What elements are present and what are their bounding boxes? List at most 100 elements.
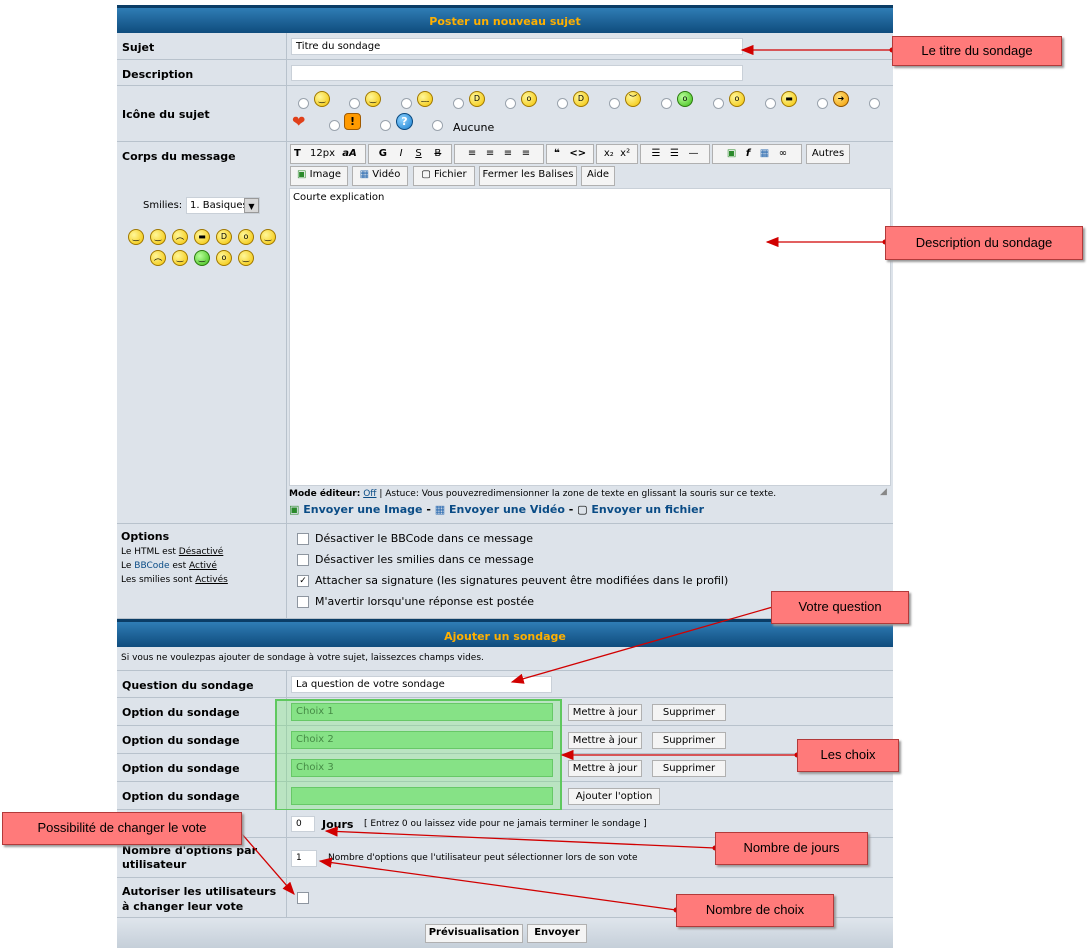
poll-option-input-new[interactable]: [291, 787, 553, 805]
editor-mode-toggle[interactable]: Off: [363, 489, 376, 499]
quote-icon[interactable]: ❝: [554, 148, 560, 159]
smiley-7[interactable]: ‿: [260, 229, 276, 245]
chevron-down-icon[interactable]: ▼: [244, 198, 259, 213]
smiley-12[interactable]: ‿: [238, 250, 254, 266]
align-left-icon[interactable]: ≡: [468, 148, 476, 159]
poll-option-row-2: Option du sondage Choix 2 Mettre à jour …: [117, 726, 893, 754]
description-input[interactable]: [291, 65, 743, 81]
code-icon[interactable]: <>: [569, 148, 586, 159]
bbcode-state-link[interactable]: Activé: [189, 561, 217, 571]
message-textarea[interactable]: Courte explication: [289, 188, 891, 486]
smiley-4[interactable]: ▬: [194, 229, 210, 245]
poll-question-input[interactable]: La question de votre sondage: [291, 676, 552, 693]
hr-icon[interactable]: —: [689, 148, 699, 159]
icon-radio-4[interactable]: [453, 98, 464, 109]
smiley-2[interactable]: ‿: [150, 229, 166, 245]
warning-icon: !: [344, 113, 361, 130]
icon-radio-5[interactable]: [505, 98, 516, 109]
icon-radio-11[interactable]: [817, 98, 828, 109]
italic-icon[interactable]: I: [400, 148, 403, 159]
icon-radio-8[interactable]: [661, 98, 672, 109]
subscript-icon[interactable]: x₂: [604, 148, 614, 159]
close-tags-button[interactable]: Fermer les Balises: [479, 166, 577, 186]
attach-signature-checkbox[interactable]: ✓: [297, 575, 309, 587]
send-image-link[interactable]: Envoyer une Image: [303, 503, 422, 516]
icon-radio-7[interactable]: [609, 98, 620, 109]
update-option-2-button[interactable]: Mettre à jour: [568, 732, 642, 749]
poll-days-input[interactable]: 0: [291, 816, 315, 832]
smiley-11[interactable]: o: [216, 250, 232, 266]
smilies-state-link[interactable]: Activés: [195, 575, 228, 585]
update-option-1-button[interactable]: Mettre à jour: [568, 704, 642, 721]
callout-nombre: Nombre de choix: [676, 894, 834, 927]
poll-option-input-3[interactable]: Choix 3: [291, 759, 553, 777]
poll-option-input-2[interactable]: Choix 2: [291, 731, 553, 749]
bullet-list-icon[interactable]: ☰: [651, 148, 660, 159]
callout-description: Description du sondage: [885, 226, 1083, 260]
smiley-5[interactable]: D: [216, 229, 232, 245]
video-icon[interactable]: ▦: [760, 148, 769, 159]
smiley-10[interactable]: ‿: [194, 250, 210, 266]
image-button[interactable]: ▣ Image: [290, 166, 348, 186]
icon-radio-3[interactable]: [401, 98, 412, 109]
video-button[interactable]: ▦ Vidéo: [352, 166, 408, 186]
others-button[interactable]: Autres: [806, 144, 850, 164]
superscript-icon[interactable]: x²: [620, 148, 630, 159]
image-icon[interactable]: ▣: [727, 148, 736, 159]
numbered-list-icon[interactable]: ☰: [670, 148, 679, 159]
subject-input[interactable]: Titre du sondage: [291, 38, 743, 55]
notify-reply-checkbox[interactable]: [297, 596, 309, 608]
icon-radio-12[interactable]: [869, 98, 880, 109]
poll-max-options-hint: Nombre d'options que l'utilisateur peut …: [328, 853, 638, 863]
disable-bbcode-checkbox[interactable]: [297, 533, 309, 545]
font-case-icon[interactable]: aA: [342, 148, 357, 159]
send-file-link[interactable]: Envoyer un fichier: [591, 503, 704, 516]
smiley-1[interactable]: ‿: [128, 229, 144, 245]
underline-icon[interactable]: S: [415, 148, 421, 159]
poll-max-options-input[interactable]: 1: [291, 850, 317, 867]
align-justify-icon[interactable]: ≡: [522, 148, 530, 159]
link-icon[interactable]: ∞: [779, 148, 787, 159]
send-video-link[interactable]: Envoyer une Vidéo: [449, 503, 565, 516]
help-button[interactable]: Aide: [581, 166, 615, 186]
smiley-8[interactable]: ︵: [150, 250, 166, 266]
delete-option-2-button[interactable]: Supprimer: [652, 732, 726, 749]
preview-button[interactable]: Prévisualisation: [425, 924, 523, 943]
font-size-value[interactable]: 12px: [310, 148, 335, 159]
align-toolbar-group: ≡ ≡ ≡ ≡: [454, 144, 544, 164]
icon-radio-10[interactable]: [765, 98, 776, 109]
delete-option-1-button[interactable]: Supprimer: [652, 704, 726, 721]
update-option-3-button[interactable]: Mettre à jour: [568, 760, 642, 777]
icon-radio-none[interactable]: [432, 120, 443, 131]
icon-radio-14[interactable]: [380, 120, 391, 131]
strike-icon[interactable]: B: [434, 148, 441, 159]
send-button[interactable]: Envoyer: [527, 924, 587, 943]
poll-option-row-new: Option du sondage Ajouter l'option: [117, 782, 893, 810]
poll-option-row-3: Option du sondage Choix 3 Mettre à jour …: [117, 754, 893, 782]
none-label: Aucune: [453, 121, 495, 134]
icon-radio-6[interactable]: [557, 98, 568, 109]
icon-radio-1[interactable]: [298, 98, 309, 109]
align-center-icon[interactable]: ≡: [486, 148, 494, 159]
delete-option-3-button[interactable]: Supprimer: [652, 760, 726, 777]
add-option-button[interactable]: Ajouter l'option: [568, 788, 660, 805]
html-state-link[interactable]: Désactivé: [179, 547, 224, 557]
smiley-3[interactable]: ︵: [172, 229, 188, 245]
font-icon[interactable]: T: [294, 148, 301, 159]
bold-icon[interactable]: G: [379, 148, 387, 159]
quote-toolbar-group: ❝ <>: [546, 144, 594, 164]
poll-question-label: Question du sondage: [122, 679, 254, 692]
smiley-9[interactable]: ‿: [172, 250, 188, 266]
align-right-icon[interactable]: ≡: [504, 148, 512, 159]
icon-radio-13[interactable]: [329, 120, 340, 131]
allow-change-checkbox[interactable]: [297, 892, 309, 904]
file-button[interactable]: ▢ Fichier: [413, 166, 475, 186]
smilies-select-value: 1. Basiques: [190, 200, 248, 211]
message-text: Courte explication: [293, 192, 385, 203]
disable-smilies-checkbox[interactable]: [297, 554, 309, 566]
poll-option-input-1[interactable]: Choix 1: [291, 703, 553, 721]
smiley-6[interactable]: o: [238, 229, 254, 245]
icon-radio-9[interactable]: [713, 98, 724, 109]
icon-radio-2[interactable]: [349, 98, 360, 109]
flash-icon[interactable]: f: [746, 148, 750, 159]
